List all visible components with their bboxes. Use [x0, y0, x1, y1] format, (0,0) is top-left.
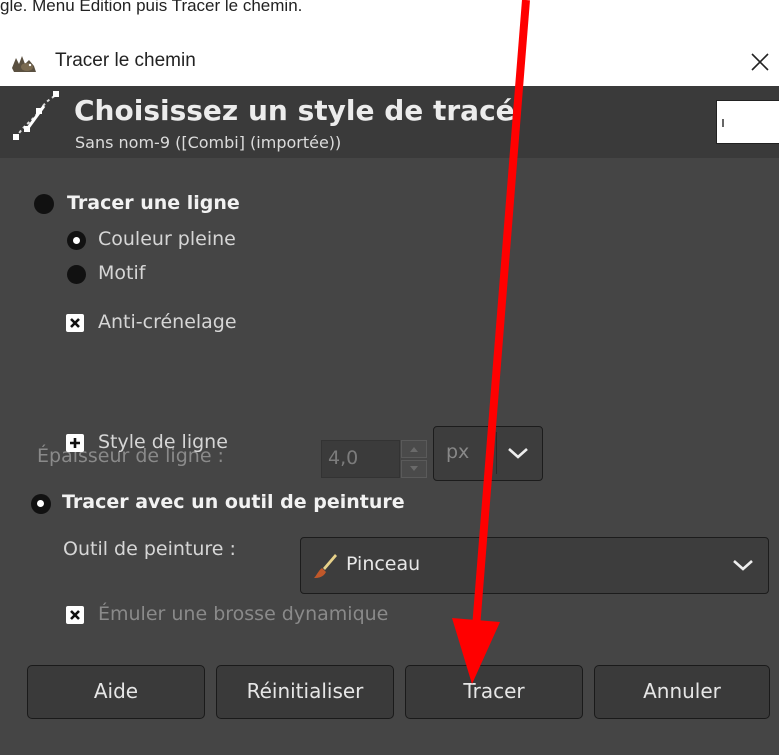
line-style-expander[interactable] [66, 434, 84, 452]
unit-select[interactable]: px [433, 426, 543, 481]
paint-tool-select[interactable]: Pinceau [300, 537, 769, 594]
window-titlebar: Tracer le chemin [0, 38, 779, 86]
pattern-label: Motif [98, 262, 146, 284]
stroke-paint-tool-label: Tracer avec un outil de peinture [62, 491, 405, 513]
dialog-heading: Choisissez un style de tracé [74, 94, 515, 127]
decrement-button[interactable] [401, 460, 427, 478]
path-preview-thumbnail [716, 100, 779, 144]
stroke-line-radio[interactable] [34, 194, 54, 214]
chevron-down-icon [508, 448, 528, 459]
caption-label: gle. Menu Edition puis Tracer le chemin. [0, 0, 303, 15]
caption-text: gle. Menu Edition puis Tracer le chemin. [0, 0, 779, 22]
stroke-button[interactable]: Tracer [405, 665, 583, 719]
antialias-checkbox[interactable] [66, 314, 84, 332]
increment-button[interactable] [401, 440, 427, 458]
chevron-down-icon [410, 466, 418, 471]
stroke-paint-tool-radio[interactable] [31, 494, 51, 514]
paint-tool-value: Pinceau [346, 553, 421, 575]
emulate-dynamics-label: Émuler une brosse dynamique [98, 603, 389, 625]
paintbrush-icon [314, 554, 337, 578]
dialog-subheading: Sans nom-9 ([Combi] (importée)) [75, 133, 342, 152]
paint-tool-label: Outil de peinture : [63, 538, 236, 560]
unit-value: px [446, 441, 470, 463]
emulate-dynamics-checkbox[interactable] [66, 606, 84, 624]
line-width-stepper[interactable] [401, 440, 427, 478]
stroke-path-dialog: Choisissez un style de tracé Sans nom-9 … [0, 86, 779, 755]
chevron-up-icon [410, 447, 418, 452]
gimp-wilber-icon [12, 56, 36, 72]
window-title: Tracer le chemin [55, 50, 196, 71]
help-button[interactable]: Aide [27, 665, 205, 719]
reset-button[interactable]: Réinitialiser [216, 665, 394, 719]
dialog-header: Choisissez un style de tracé Sans nom-9 … [0, 86, 779, 158]
close-icon[interactable] [745, 46, 775, 76]
solid-color-label: Couleur pleine [98, 228, 236, 250]
antialias-label: Anti-crénelage [98, 311, 237, 333]
path-stroke-icon [13, 91, 59, 140]
line-style-label: Style de ligne [98, 431, 228, 453]
pattern-radio[interactable] [67, 265, 86, 284]
chevron-down-icon [733, 560, 753, 571]
check-x-icon [70, 610, 80, 620]
cancel-button[interactable]: Annuler [594, 665, 770, 719]
check-x-icon [70, 318, 80, 328]
solid-color-radio[interactable] [67, 231, 86, 250]
line-width-input[interactable]: 4,0 [321, 440, 400, 478]
plus-icon [70, 438, 80, 448]
stroke-line-label: Tracer une ligne [67, 192, 240, 214]
